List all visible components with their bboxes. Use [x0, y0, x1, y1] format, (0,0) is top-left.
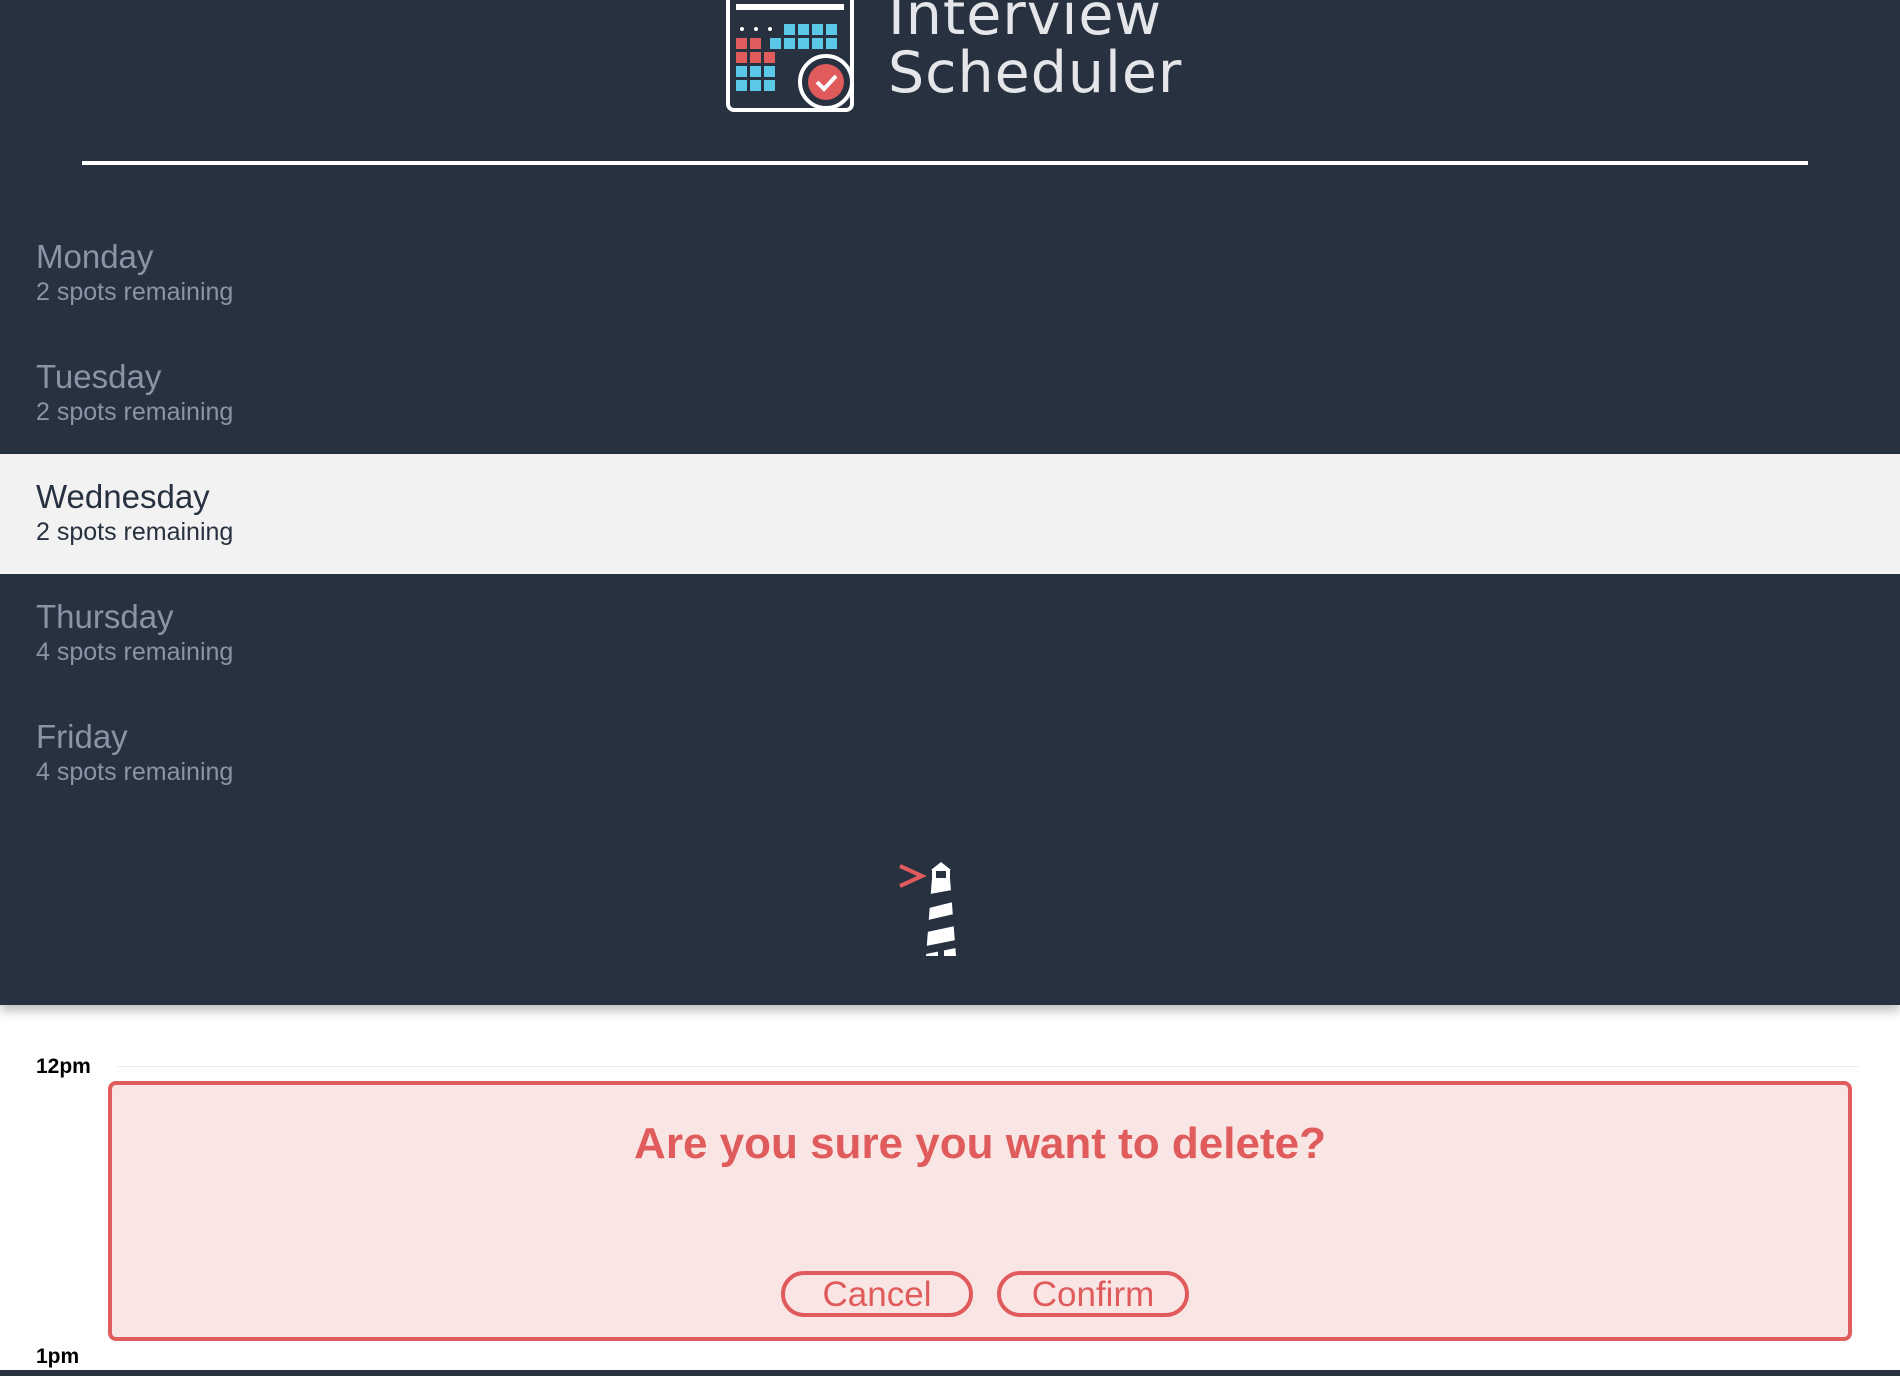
- app-title-line1: Interview: [888, 0, 1163, 48]
- day-item-thursday[interactable]: Thursday 4 spots remaining: [0, 574, 1900, 694]
- sidebar: Interview Scheduler Monday 2 spots remai…: [0, 0, 1900, 1005]
- day-item-monday[interactable]: Monday 2 spots remaining: [0, 214, 1900, 334]
- lighthouse-icon: [899, 862, 956, 956]
- confirm-message: Are you sure you want to delete?: [634, 1119, 1326, 1168]
- app-title: Interview Scheduler: [888, 0, 1182, 102]
- app-brand: Interview Scheduler: [726, 0, 1181, 115]
- day-name: Tuesday: [36, 358, 162, 395]
- day-item-wednesday[interactable]: Wednesday 2 spots remaining: [0, 454, 1900, 574]
- hour-label-12pm: 12pm: [36, 1055, 91, 1078]
- day-name: Friday: [36, 718, 128, 755]
- hour-label-1pm: 1pm: [36, 1345, 80, 1368]
- day-name: Wednesday: [36, 478, 210, 515]
- day-spots: 2 spots remaining: [36, 518, 234, 546]
- delete-confirm-card: Are you sure you want to delete? Cancel …: [108, 1081, 1852, 1341]
- day-item-friday[interactable]: Friday 4 spots remaining: [0, 694, 1900, 814]
- day-spots: 4 spots remaining: [36, 638, 234, 666]
- day-spots: 2 spots remaining: [36, 398, 234, 426]
- day-spots: 2 spots remaining: [36, 278, 234, 306]
- app-title-line2: Scheduler: [888, 40, 1183, 106]
- schedule: 12pm Are you sure you want to delete? Ca…: [0, 1005, 1900, 1376]
- cancel-button[interactable]: Cancel: [781, 1271, 973, 1317]
- confirm-button[interactable]: Confirm: [997, 1271, 1189, 1317]
- day-item-tuesday[interactable]: Tuesday 2 spots remaining: [0, 334, 1900, 454]
- day-name: Monday: [36, 238, 154, 275]
- sidebar-divider: [82, 161, 1808, 165]
- calendar-check-icon: [726, 0, 854, 112]
- day-list: Monday 2 spots remaining Tuesday 2 spots…: [0, 214, 1900, 814]
- day-spots: 4 spots remaining: [36, 758, 234, 786]
- day-name: Thursday: [36, 598, 174, 635]
- hour-line-12pm: [118, 1066, 1858, 1067]
- bottom-bar: [0, 1370, 1900, 1376]
